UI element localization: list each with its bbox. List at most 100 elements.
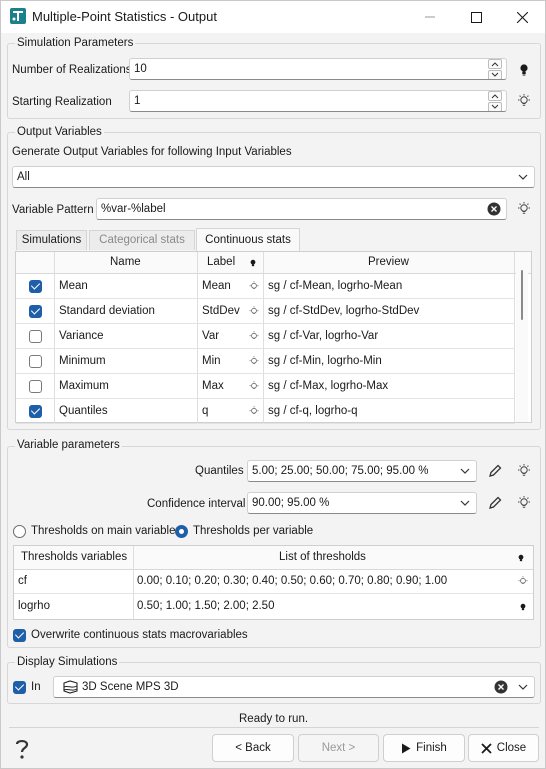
next-button[interactable]: Next > (298, 734, 379, 762)
stat-checkbox[interactable] (29, 305, 42, 318)
lightbulb-on-icon (250, 259, 256, 267)
start-realization-spinbox[interactable]: 1 (129, 90, 507, 112)
realizations-stepper[interactable] (488, 59, 504, 79)
stat-preview-cell: sg / cf-Min, logrho-Min (268, 355, 382, 367)
quantiles-combo[interactable]: 5.00; 25.00; 50.00; 75.00; 95.00 % (247, 460, 477, 482)
chevron-down-icon (460, 500, 470, 506)
start-realization-stepper[interactable] (488, 91, 504, 111)
step-down-icon[interactable] (488, 102, 502, 111)
stat-label-cell[interactable]: StdDev (202, 305, 240, 317)
stat-label-cell[interactable]: q (202, 405, 208, 417)
lightbulb-off-icon[interactable] (517, 575, 529, 588)
variable-parameters-title: Variable parameters (15, 439, 122, 451)
stat-checkbox[interactable] (29, 330, 42, 343)
close-button-label: Close (496, 742, 527, 754)
table-row[interactable] (16, 274, 514, 299)
step-up-icon[interactable] (488, 59, 502, 69)
stat-name-cell: Quantiles (59, 405, 108, 417)
finish-button-label: Finish (416, 742, 447, 754)
input-variables-combo[interactable]: All (12, 166, 535, 188)
lightbulb-on-icon[interactable] (515, 61, 533, 79)
display-in-label[interactable]: In (31, 681, 41, 693)
lightbulb-off-icon[interactable] (515, 494, 533, 512)
stat-label-cell[interactable]: Var (202, 330, 219, 342)
stat-name-cell: Maximum (59, 380, 109, 392)
scene-value: 3D Scene MPS 3D (82, 681, 179, 693)
window-title: Multiple-Point Statistics - Output (32, 9, 217, 24)
edit-pencil-icon[interactable] (486, 462, 504, 480)
close-window-button[interactable] (499, 1, 545, 33)
status-text: Ready to run. (239, 713, 309, 725)
column-header-preview: Preview (368, 256, 409, 268)
generate-output-label: Generate Output Variables for following … (12, 146, 292, 158)
lightbulb-off-icon[interactable] (515, 200, 533, 218)
maximize-button[interactable] (453, 1, 499, 33)
overwrite-macrovariables-checkbox[interactable] (13, 629, 26, 642)
lightbulb-off-icon[interactable] (248, 355, 260, 368)
stat-checkbox[interactable] (29, 280, 42, 293)
step-up-icon[interactable] (488, 91, 502, 101)
lightbulb-off-icon[interactable] (515, 92, 533, 110)
realizations-value: 10 (134, 63, 147, 75)
close-icon (481, 742, 492, 754)
scene-combo[interactable]: 3D Scene MPS 3D (53, 676, 535, 698)
lightbulb-off-icon[interactable] (248, 280, 260, 293)
threshold-list-cell[interactable]: 0.50; 1.00; 1.50; 2.00; 2.50 (137, 600, 274, 612)
stat-checkbox[interactable] (29, 355, 42, 368)
stat-name-cell: Mean (59, 280, 88, 292)
step-down-icon[interactable] (488, 70, 502, 79)
lightbulb-off-icon[interactable] (515, 462, 533, 480)
confidence-interval-combo[interactable]: 90.00; 95.00 % (247, 492, 477, 514)
stat-checkbox[interactable] (29, 405, 42, 418)
close-icon (516, 11, 528, 23)
chevron-down-icon (518, 174, 528, 180)
edit-pencil-icon[interactable] (486, 494, 504, 512)
maximize-icon (470, 11, 482, 23)
stat-preview-cell: sg / cf-Var, logrho-Var (268, 330, 379, 342)
tab-continuous-stats[interactable]: Continuous stats (196, 228, 300, 251)
finish-button[interactable]: Finish (383, 734, 465, 762)
back-button-label: < Back (235, 742, 271, 754)
tab-categorical-stats[interactable]: Categorical stats (89, 230, 195, 250)
radio-thresholds-per-variable[interactable] (175, 525, 188, 538)
stat-label-cell[interactable]: Mean (202, 280, 231, 292)
confidence-interval-value: 90.00; 95.00 % (252, 497, 330, 509)
radio-thresholds-main-label[interactable]: Thresholds on main variable (31, 525, 175, 537)
next-button-label: Next > (321, 742, 356, 754)
threshold-var-cell: logrho (18, 600, 50, 612)
radio-thresholds-main[interactable] (13, 525, 26, 538)
display-in-checkbox[interactable] (13, 681, 26, 694)
realizations-spinbox[interactable]: 10 (129, 58, 507, 80)
back-button[interactable]: < Back (212, 734, 294, 762)
stat-name-cell: Minimum (59, 355, 106, 367)
stat-label-cell[interactable]: Min (202, 355, 221, 367)
lightbulb-off-icon[interactable] (248, 405, 260, 418)
lightbulb-off-icon[interactable] (248, 330, 260, 343)
threshold-var-cell: cf (18, 575, 27, 587)
realizations-label: Number of Realizations (12, 64, 132, 76)
lightbulb-off-icon[interactable] (248, 305, 260, 318)
confidence-interval-label: Confidence interval (147, 498, 246, 510)
tab-simulations[interactable]: Simulations (16, 230, 87, 250)
threshold-list-cell[interactable]: 0.00; 0.10; 0.20; 0.30; 0.40; 0.50; 0.60… (137, 575, 447, 587)
quantiles-value: 5.00; 25.00; 50.00; 75.00; 95.00 % (252, 465, 429, 477)
clear-icon[interactable] (494, 680, 508, 694)
minimize-button[interactable] (407, 1, 453, 33)
lightbulb-on-icon[interactable] (519, 602, 527, 613)
stat-preview-cell: sg / cf-Max, logrho-Max (268, 380, 389, 392)
table-header (16, 252, 531, 274)
table-scrollbar[interactable] (516, 252, 528, 422)
scrollbar-thumb[interactable] (521, 270, 523, 320)
column-header-label: Label (207, 256, 236, 268)
stat-label-cell[interactable]: Max (202, 380, 224, 392)
radio-thresholds-per-variable-label[interactable]: Thresholds per variable (193, 525, 313, 537)
clear-icon[interactable] (487, 202, 501, 216)
close-button[interactable]: Close (468, 734, 539, 762)
chevron-down-icon (518, 684, 528, 690)
overwrite-macrovariables-label[interactable]: Overwrite continuous stats macrovariable… (31, 629, 248, 641)
variable-pattern-label: Variable Pattern (12, 204, 94, 216)
stat-checkbox[interactable] (29, 380, 42, 393)
lightbulb-off-icon[interactable] (248, 380, 260, 393)
variable-pattern-input[interactable]: %var-%label (96, 198, 507, 220)
help-icon[interactable] (11, 738, 33, 760)
